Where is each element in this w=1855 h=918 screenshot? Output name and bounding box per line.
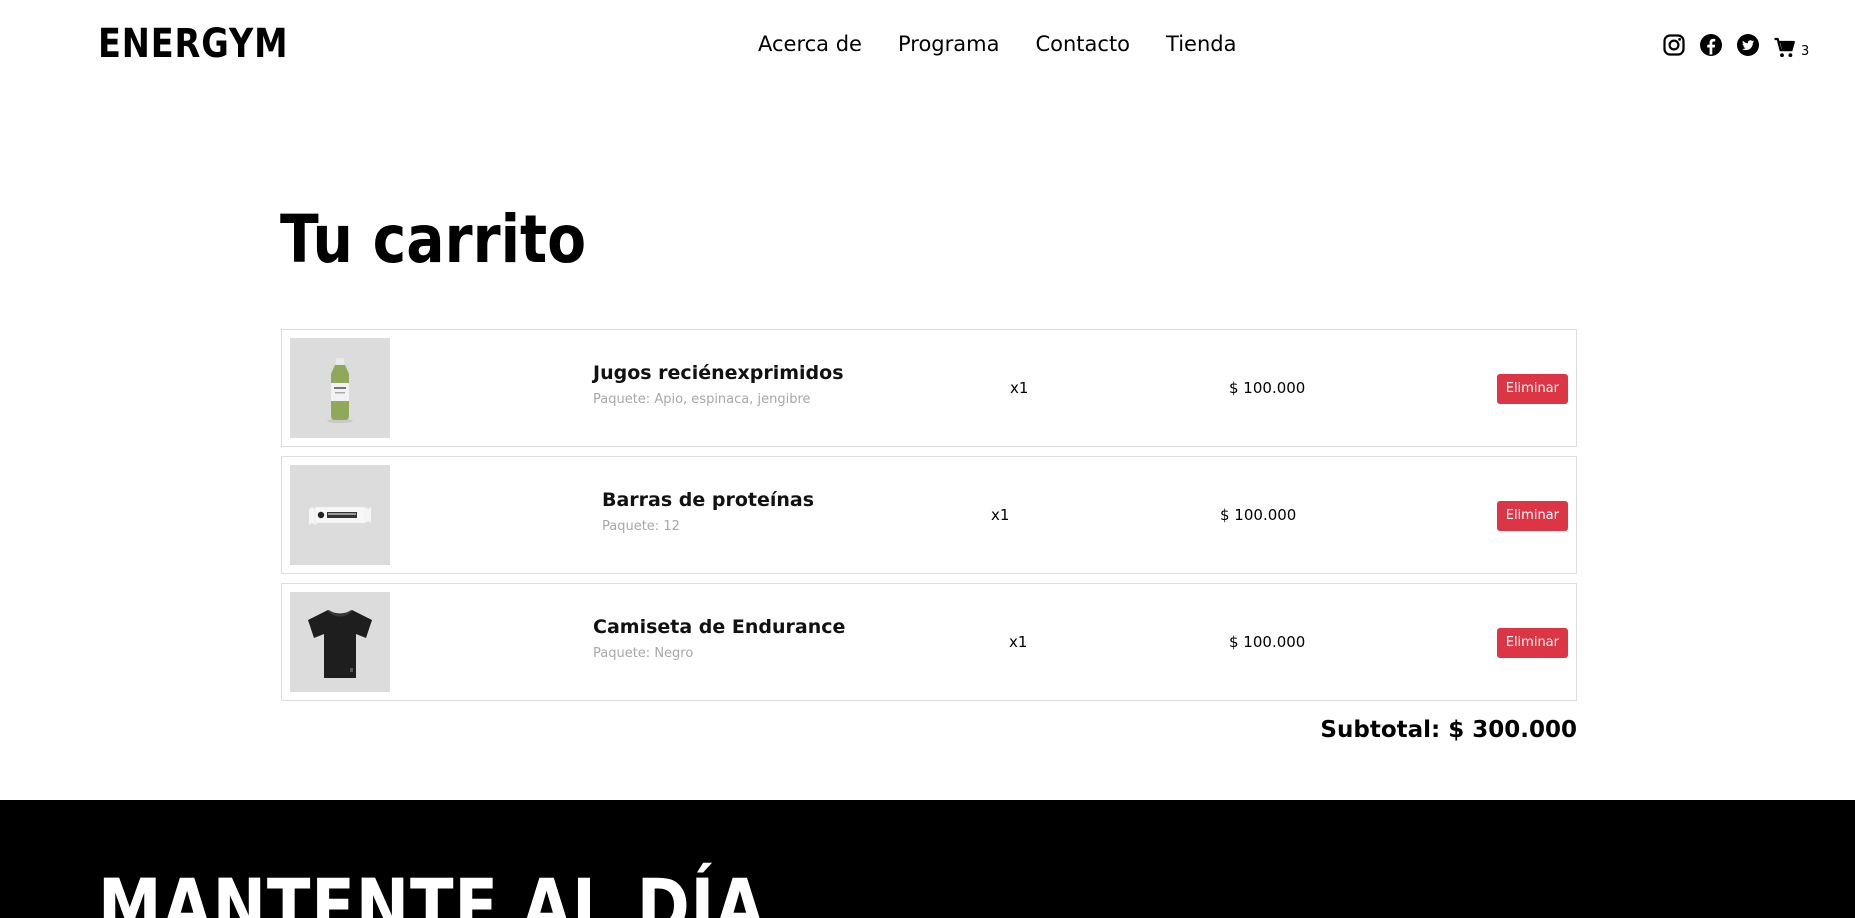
product-quantity: x1 xyxy=(1010,379,1029,397)
cart-item: Jugos reciénexprimidos Paquete: Apio, es… xyxy=(281,329,1577,447)
product-detail: Paquete: Negro xyxy=(593,646,694,661)
cart-list: Jugos reciénexprimidos Paquete: Apio, es… xyxy=(281,329,1577,710)
protein-bar-icon xyxy=(309,506,371,525)
main-nav: Acerca de Programa Contacto Tienda xyxy=(758,30,1236,58)
product-image-protein-bar[interactable] xyxy=(290,465,390,565)
tshirt-icon xyxy=(308,610,372,678)
cart-count-badge: 3 xyxy=(1801,44,1810,59)
product-price: $ 100.000 xyxy=(1220,506,1297,524)
juice-bottle-icon xyxy=(327,358,353,423)
site-header: ENERGYM Acerca de Programa Contacto Tien… xyxy=(0,0,1855,90)
brand-logo[interactable]: ENERGYM xyxy=(98,20,288,68)
product-image-juice[interactable] xyxy=(290,338,390,438)
remove-button[interactable]: Eliminar xyxy=(1496,374,1568,404)
product-info: Barras de proteínas Paquete: 12 xyxy=(602,487,814,535)
instagram-icon[interactable] xyxy=(1662,33,1686,57)
product-quantity: x1 xyxy=(991,506,1010,524)
page-title: Tu carrito xyxy=(280,201,587,278)
product-detail: Paquete: Apio, espinaca, jengibre xyxy=(593,392,811,407)
nav-link-store[interactable]: Tienda xyxy=(1166,30,1236,58)
product-image-tshirt[interactable] xyxy=(290,592,390,692)
product-quantity: x1 xyxy=(1009,633,1028,651)
twitter-icon[interactable] xyxy=(1736,33,1760,57)
product-info: Camiseta de Endurance Paquete: Negro xyxy=(593,614,845,662)
product-name[interactable]: Jugos reciénexprimidos xyxy=(593,360,844,386)
product-price: $ 100.000 xyxy=(1229,379,1306,397)
nav-link-about[interactable]: Acerca de xyxy=(758,30,862,58)
cart-subtotal: Subtotal: $ 300.000 xyxy=(1320,717,1577,743)
product-price: $ 100.000 xyxy=(1229,633,1306,651)
nav-link-contact[interactable]: Contacto xyxy=(1035,30,1130,58)
product-info: Jugos reciénexprimidos Paquete: Apio, es… xyxy=(593,360,844,408)
remove-button[interactable]: Eliminar xyxy=(1496,628,1568,658)
remove-button[interactable]: Eliminar xyxy=(1496,501,1568,531)
cart-button[interactable]: 3 xyxy=(1773,30,1809,60)
cart-icon xyxy=(1774,37,1795,58)
footer-title: MANTENTE AL DÍA xyxy=(98,862,766,918)
cart-item: Barras de proteínas Paquete: 12 x1 $ 100… xyxy=(281,456,1577,574)
product-name[interactable]: Camiseta de Endurance xyxy=(593,614,845,640)
newsletter-footer: MANTENTE AL DÍA xyxy=(0,800,1855,918)
social-links: 3 xyxy=(1662,30,1809,60)
facebook-icon[interactable] xyxy=(1699,33,1723,57)
nav-link-program[interactable]: Programa xyxy=(898,30,999,58)
product-name[interactable]: Barras de proteínas xyxy=(602,487,814,513)
product-detail: Paquete: 12 xyxy=(602,519,680,534)
cart-item: Camiseta de Endurance Paquete: Negro x1 … xyxy=(281,583,1577,701)
